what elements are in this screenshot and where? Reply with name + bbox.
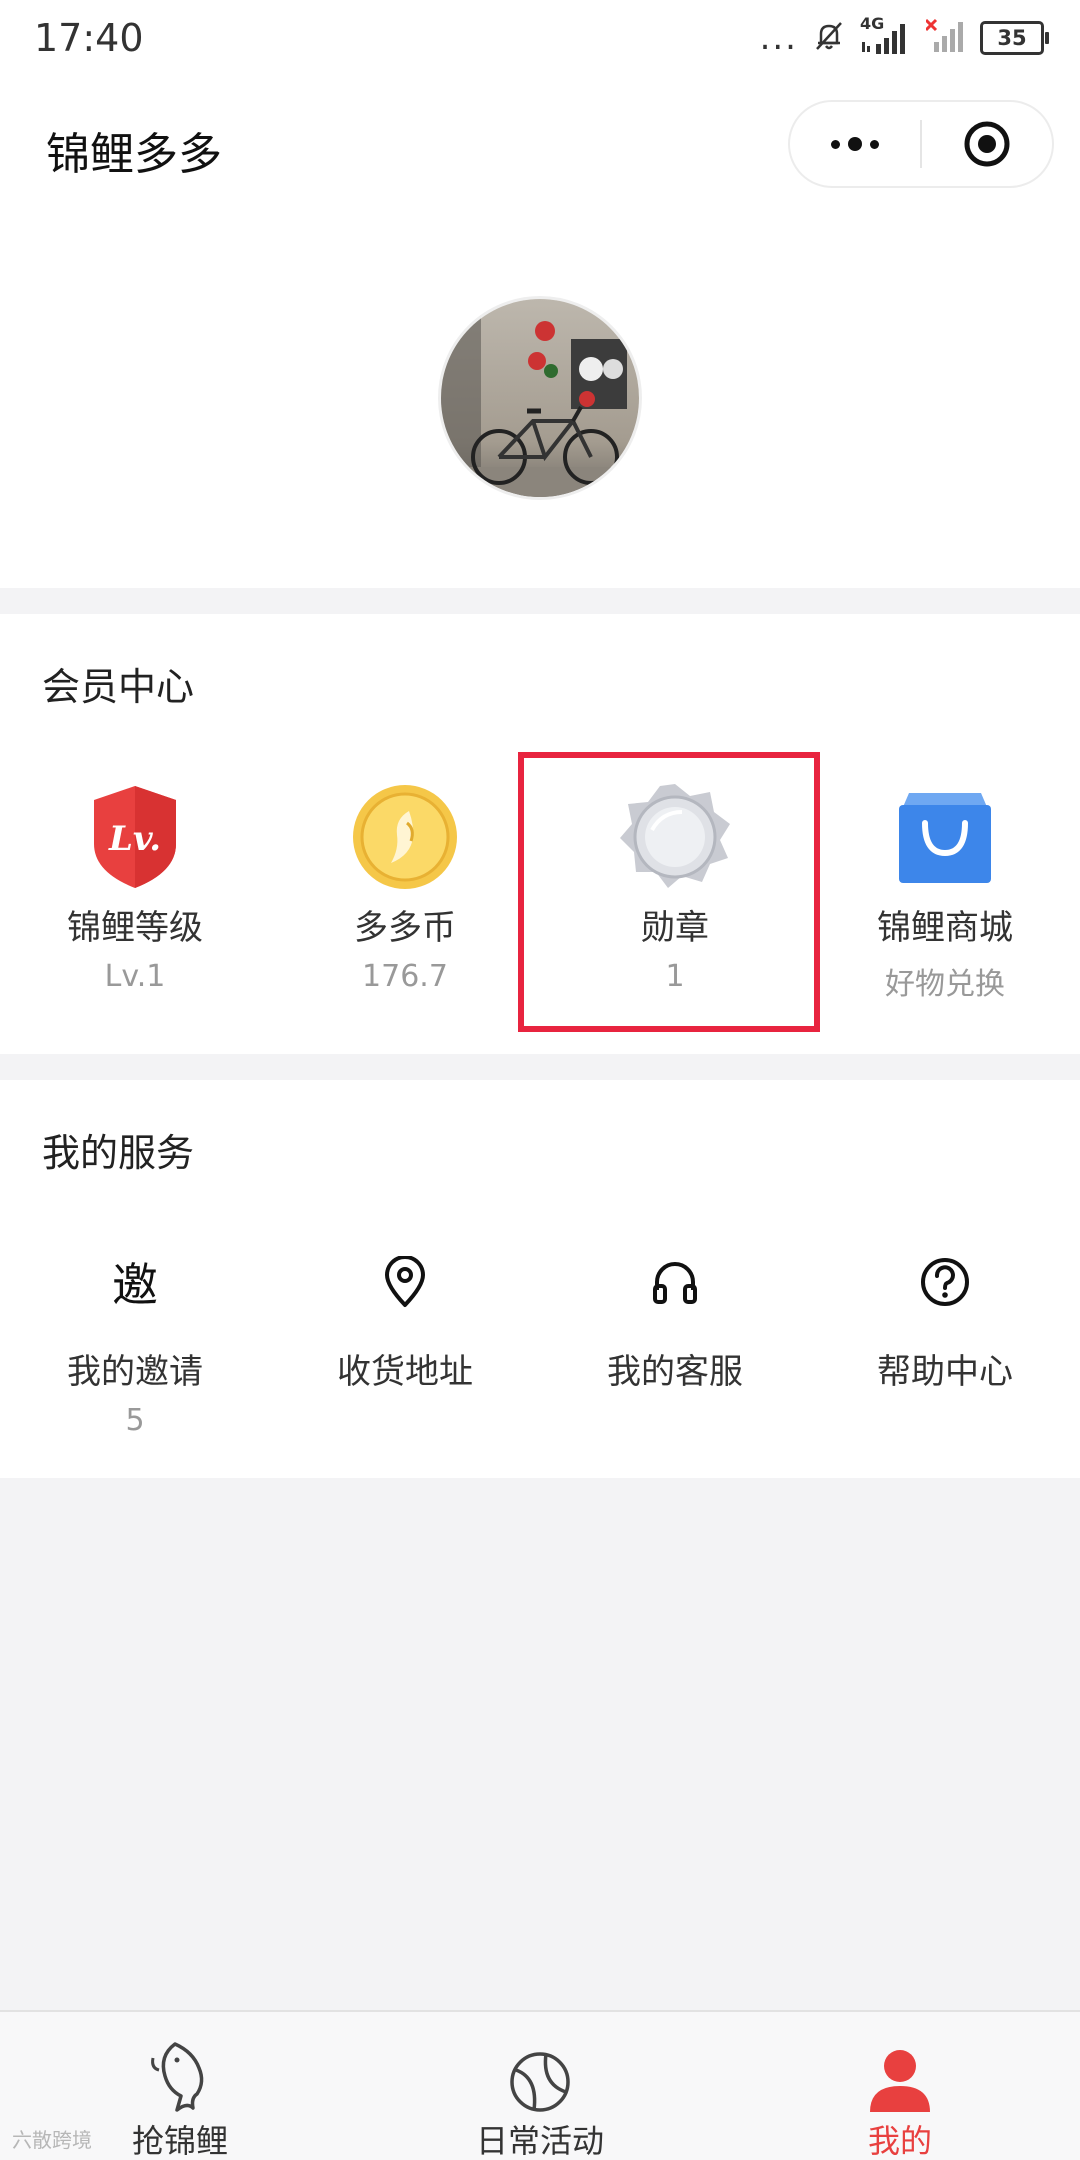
status-dots: ... <box>759 18 798 58</box>
target-close-icon <box>964 121 1010 167</box>
user-icon <box>870 2050 930 2112</box>
koi-fish-icon <box>151 2042 204 2112</box>
app-title: 锦鲤多多 <box>46 129 222 180</box>
signal-x-icon <box>924 18 966 58</box>
more-dots-icon <box>831 139 840 149</box>
level-badge-text: Lv. <box>108 819 161 859</box>
level-shield-icon: Lv. <box>94 786 176 888</box>
service-item-label: 帮助中心 <box>877 1352 1013 1392</box>
service-item-invite[interactable]: 邀 我的邀请 5 <box>0 1242 270 1438</box>
close-button[interactable] <box>922 102 1052 186</box>
status-bar: 17:40 ... 4G 35 <box>0 0 1080 78</box>
service-item-label: 收货地址 <box>337 1352 473 1392</box>
signal-4g-icon: 4G <box>860 14 912 56</box>
member-item-label: 锦鲤等级 <box>67 908 203 948</box>
location-pin-icon <box>385 1256 425 1307</box>
invite-icon: 邀 <box>112 1258 158 1312</box>
avatar[interactable] <box>438 296 642 500</box>
tab-mine[interactable]: 我的 <box>720 2012 1080 2160</box>
title-bar: 锦鲤多多 <box>0 78 1080 208</box>
highlight-box <box>518 752 820 1032</box>
bell-off-icon <box>812 19 846 57</box>
service-item-value: 5 <box>125 1403 145 1438</box>
status-icons: ... 4G 35 <box>759 14 1049 58</box>
service-item-support[interactable]: 我的客服 <box>540 1242 810 1438</box>
help-circle-icon <box>921 1258 969 1306</box>
bicycle-photo-avatar <box>441 299 639 497</box>
service-item-label: 我的客服 <box>607 1352 743 1392</box>
section-title: 我的服务 <box>42 1131 195 1175</box>
watermark: 六散跨境 <box>12 2128 92 2152</box>
member-item-value: 176.7 <box>362 959 448 994</box>
profile-header <box>0 208 1080 588</box>
member-item-label: 锦鲤商城 <box>877 908 1013 948</box>
section-title: 会员中心 <box>42 665 195 709</box>
service-item-help[interactable]: 帮助中心 <box>810 1242 1080 1438</box>
tab-label: 我的 <box>867 2122 932 2160</box>
headset-icon <box>653 1262 697 1304</box>
capsule-menu <box>788 100 1054 188</box>
member-item-value: Lv.1 <box>104 959 166 994</box>
coin-icon <box>353 785 457 889</box>
member-item-label: 多多币 <box>354 908 456 948</box>
services-grid: 邀 我的邀请 5 收货地址 我的客服 帮助中心 <box>0 1242 1080 1438</box>
ball-icon <box>510 2052 570 2112</box>
services-section: 我的服务 邀 我的邀请 5 收货地址 我的客服 帮助中心 <box>0 1080 1080 1478</box>
member-item-level[interactable]: Lv. 锦鲤等级 Lv.1 <box>0 782 270 1003</box>
more-button[interactable] <box>790 102 920 186</box>
tab-daily-activities[interactable]: 日常活动 <box>360 2012 720 2160</box>
battery-icon: 35 <box>980 21 1049 55</box>
more-dots-icon <box>870 139 879 149</box>
tab-bar: 抢锦鲤 日常活动 我的 <box>0 2010 1080 2160</box>
shopping-bag-icon <box>899 793 991 883</box>
member-item-coins[interactable]: 多多币 176.7 <box>270 782 540 1003</box>
page: 17:40 ... 4G 35 锦鲤多多 会员中心 Lv. 锦鲤等级 Lv.1 … <box>0 0 1080 2160</box>
service-item-label: 我的邀请 <box>67 1352 203 1392</box>
status-time: 17:40 <box>34 16 144 60</box>
more-dots-icon <box>848 137 862 151</box>
member-item-value: 好物兑换 <box>885 967 1005 1002</box>
tab-label: 日常活动 <box>475 2122 604 2160</box>
service-item-address[interactable]: 收货地址 <box>270 1242 540 1438</box>
member-item-mall[interactable]: 锦鲤商城 好物兑换 <box>810 782 1080 1003</box>
